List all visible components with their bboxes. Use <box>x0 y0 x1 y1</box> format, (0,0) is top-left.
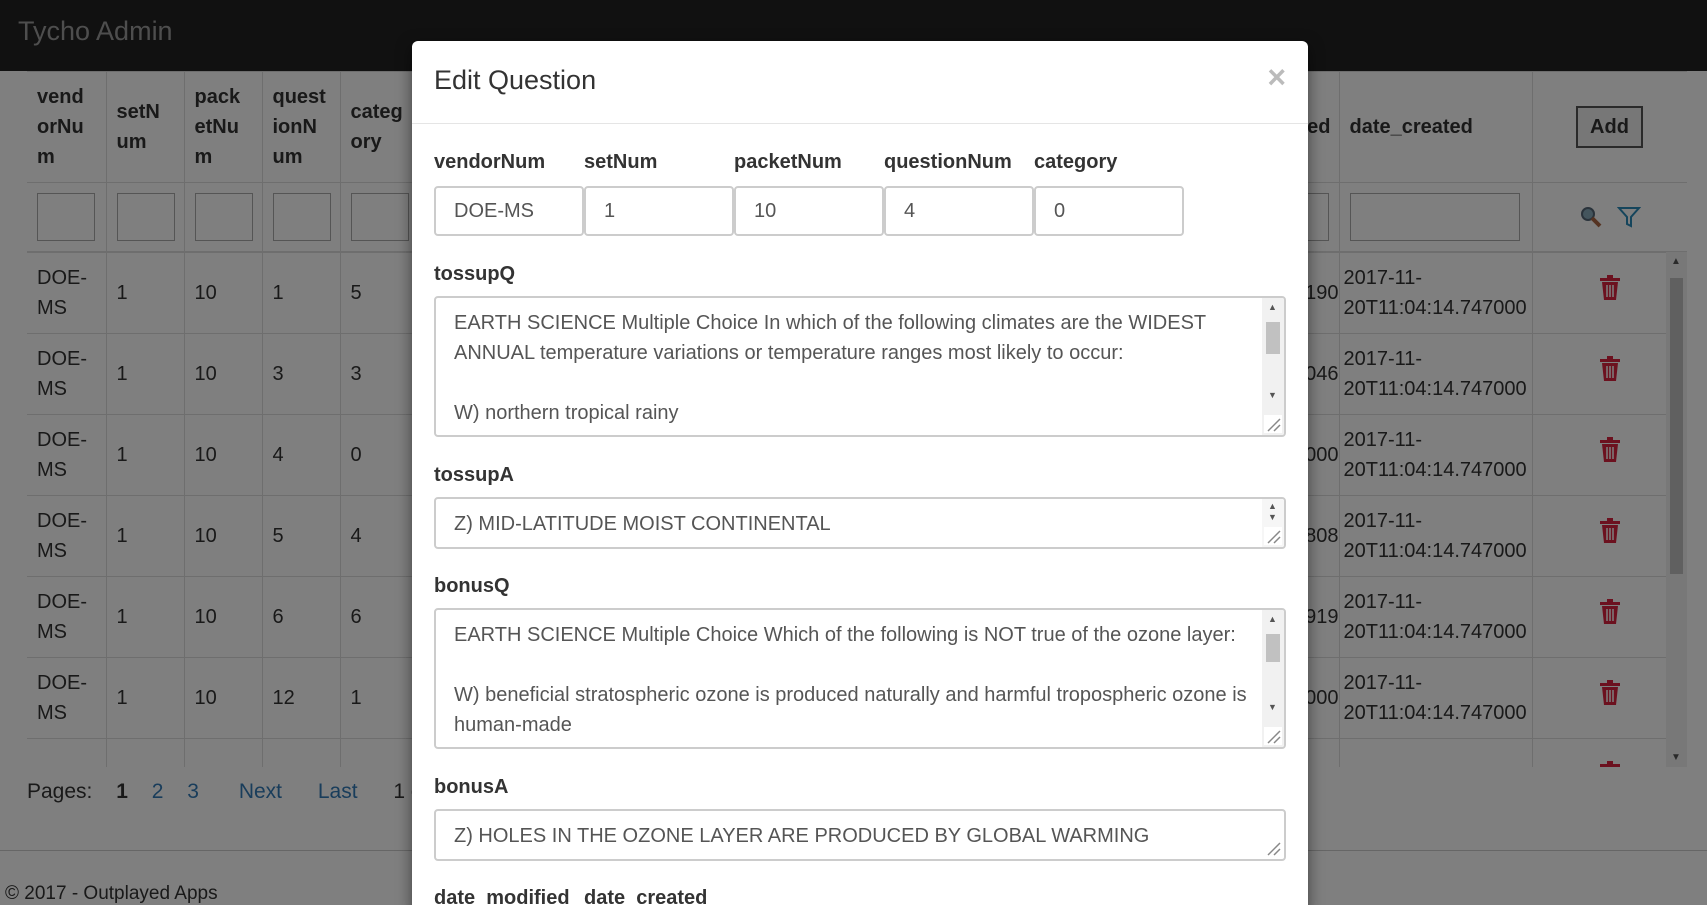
scroll-down-arrow-icon[interactable]: ▼ <box>1268 702 1277 712</box>
questionnum-label: questionNum <box>884 151 1012 173</box>
date-modified-label: date_modified <box>434 887 570 905</box>
tossupq-textarea[interactable]: EARTH SCIENCE Multiple Choice In which o… <box>434 296 1286 437</box>
vendornum-label: vendorNum <box>434 151 546 173</box>
scroll-down-arrow-icon[interactable]: ▼ <box>1268 512 1277 522</box>
bonusa-text: Z) HOLES IN THE OZONE LAYER ARE PRODUCED… <box>454 825 1150 847</box>
category-label: category <box>1034 151 1118 173</box>
scroll-up-arrow-icon[interactable]: ▲ <box>1268 302 1277 312</box>
close-icon[interactable]: × <box>1267 59 1286 96</box>
vendornum-input[interactable]: DOE-MS <box>434 186 584 236</box>
resize-grip-icon[interactable] <box>1264 415 1282 433</box>
packetnum-input[interactable]: 10 <box>734 186 884 236</box>
scroll-up-arrow-icon[interactable]: ▲ <box>1268 614 1277 624</box>
resize-grip-icon[interactable] <box>1264 839 1282 857</box>
setnum-label: setNum <box>584 151 658 173</box>
tossupq-text: EARTH SCIENCE Multiple Choice In which o… <box>454 312 1207 424</box>
bonusq-textarea[interactable]: EARTH SCIENCE Multiple Choice Which of t… <box>434 608 1286 749</box>
resize-grip-icon[interactable] <box>1264 727 1282 745</box>
bonusa-label: bonusA <box>434 776 509 798</box>
scroll-down-arrow-icon[interactable]: ▼ <box>1268 390 1277 400</box>
packetnum-label: packetNum <box>734 151 842 173</box>
setnum-input[interactable]: 1 <box>584 186 734 236</box>
tossupa-textarea[interactable]: Z) MID-LATITUDE MOIST CONTINENTAL ▲ ▼ <box>434 497 1286 549</box>
questionnum-input[interactable]: 4 <box>884 186 1034 236</box>
category-input[interactable]: 0 <box>1034 186 1184 236</box>
tossupa-text: Z) MID-LATITUDE MOIST CONTINENTAL <box>454 513 831 535</box>
modal-title: Edit Question <box>434 65 597 95</box>
resize-grip-icon[interactable] <box>1264 527 1282 545</box>
modal-header: Edit Question × <box>412 41 1308 124</box>
bonusa-textarea[interactable]: Z) HOLES IN THE OZONE LAYER ARE PRODUCED… <box>434 809 1286 861</box>
scroll-up-arrow-icon[interactable]: ▲ <box>1268 501 1277 511</box>
bonusq-scroll-thumb[interactable] <box>1266 634 1280 662</box>
edit-question-modal: Edit Question × vendorNum setNum packetN… <box>412 41 1308 905</box>
bonusq-text: EARTH SCIENCE Multiple Choice Which of t… <box>454 624 1247 736</box>
tossupq-scroll-thumb[interactable] <box>1266 322 1280 354</box>
date-created-label: date_created <box>584 887 708 905</box>
tossupq-label: tossupQ <box>434 263 516 285</box>
bonusq-label: bonusQ <box>434 575 510 597</box>
tossupa-label: tossupA <box>434 464 514 486</box>
